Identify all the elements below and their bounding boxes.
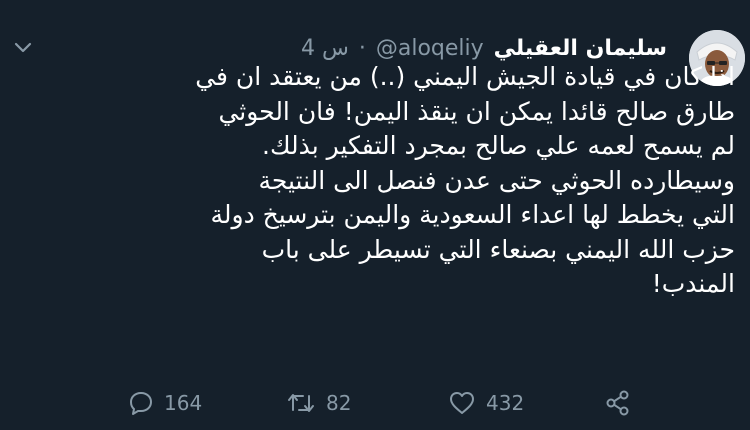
tweet-text-line: التي يخطط لها اعداء السعودية واليمن بترس…: [210, 200, 736, 229]
retweet-count: 82: [326, 391, 352, 415]
retweet-icon: [286, 390, 316, 416]
tweet-text-line: لم يسمح لعمه علي صالح بمجرد التفكير بذلك…: [262, 131, 735, 160]
tweet-text-line: اذا كان في قيادة الجيش اليمني (..) من يع…: [195, 62, 735, 91]
user-handle[interactable]: @aloqeliy: [376, 36, 484, 61]
like-icon: [448, 390, 476, 416]
retweet-button[interactable]: 82: [286, 385, 351, 421]
tweet-card[interactable]: سليمان العقيلي @aloqeliy · 4 س اذا كان ف…: [0, 0, 750, 430]
like-button[interactable]: 432: [448, 385, 524, 421]
tweet-text-line: طارق صالح قائدا يمكن ان ينقذ اليمن! فان …: [218, 96, 735, 126]
share-button[interactable]: [604, 385, 632, 421]
separator-dot: ·: [358, 35, 366, 61]
reply-button[interactable]: 164: [128, 385, 202, 421]
tweet-text-line: المندب!: [651, 269, 735, 298]
display-name[interactable]: سليمان العقيلي: [494, 36, 667, 61]
tweet-text-line: وسيطارده الحوثي حتى عدن فنصل الى النتيجة: [258, 165, 735, 195]
tweet-time[interactable]: 4 س: [301, 36, 349, 61]
chevron-down-icon[interactable]: [12, 36, 34, 58]
share-icon: [604, 389, 632, 417]
tweet-text: اذا كان في قيادة الجيش اليمني (..) من يع…: [129, 60, 735, 302]
reply-count: 164: [164, 391, 203, 415]
tweet-actions: 164 82 432: [128, 385, 648, 421]
tweet-text-line: حزب الله اليمني بصنعاء التي تسيطر على با…: [261, 234, 735, 264]
like-count: 432: [486, 391, 525, 415]
reply-icon: [128, 390, 154, 416]
